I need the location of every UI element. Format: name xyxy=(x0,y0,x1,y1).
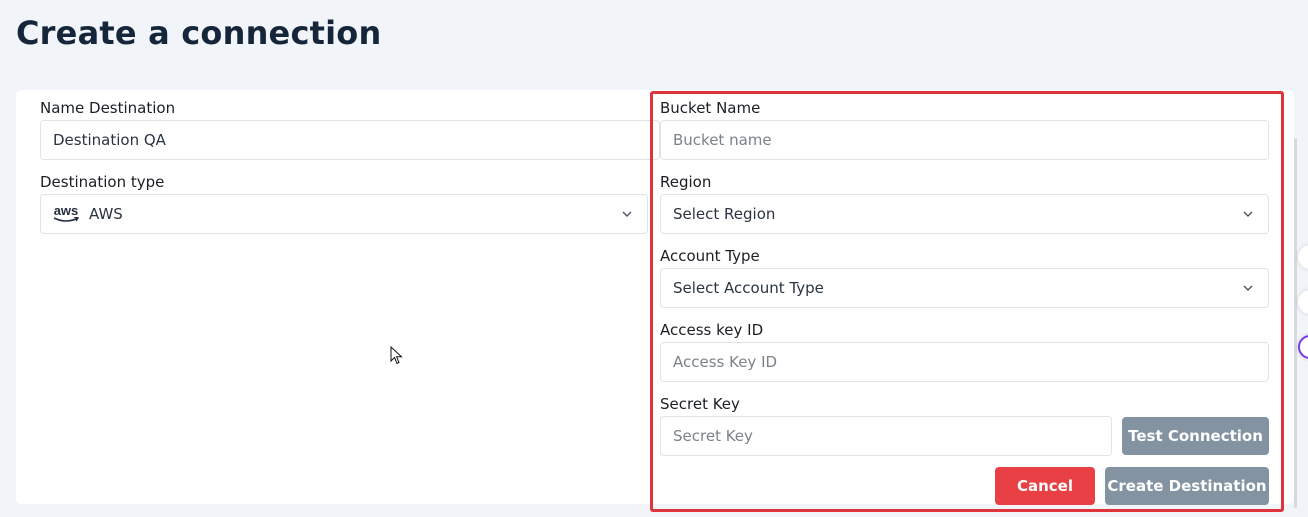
chevron-down-icon xyxy=(622,211,632,217)
mouse-cursor-icon xyxy=(390,346,403,365)
side-widget-button[interactable] xyxy=(1298,290,1308,314)
aws-logo-icon: aws xyxy=(53,204,79,223)
page-title: Create a connection xyxy=(16,14,382,52)
destination-type-label: Destination type xyxy=(40,173,165,191)
side-widget-button[interactable] xyxy=(1298,245,1308,269)
name-destination-label: Name Destination xyxy=(40,99,176,117)
name-destination-value: Destination QA xyxy=(53,131,166,149)
destination-type-value: AWS xyxy=(89,205,123,223)
highlight-box xyxy=(650,91,1284,512)
destination-type-select[interactable]: aws AWS xyxy=(40,194,648,234)
scrollbar[interactable] xyxy=(1294,138,1297,508)
name-destination-input[interactable]: Destination QA xyxy=(40,120,660,160)
side-widget-button[interactable] xyxy=(1298,335,1308,359)
